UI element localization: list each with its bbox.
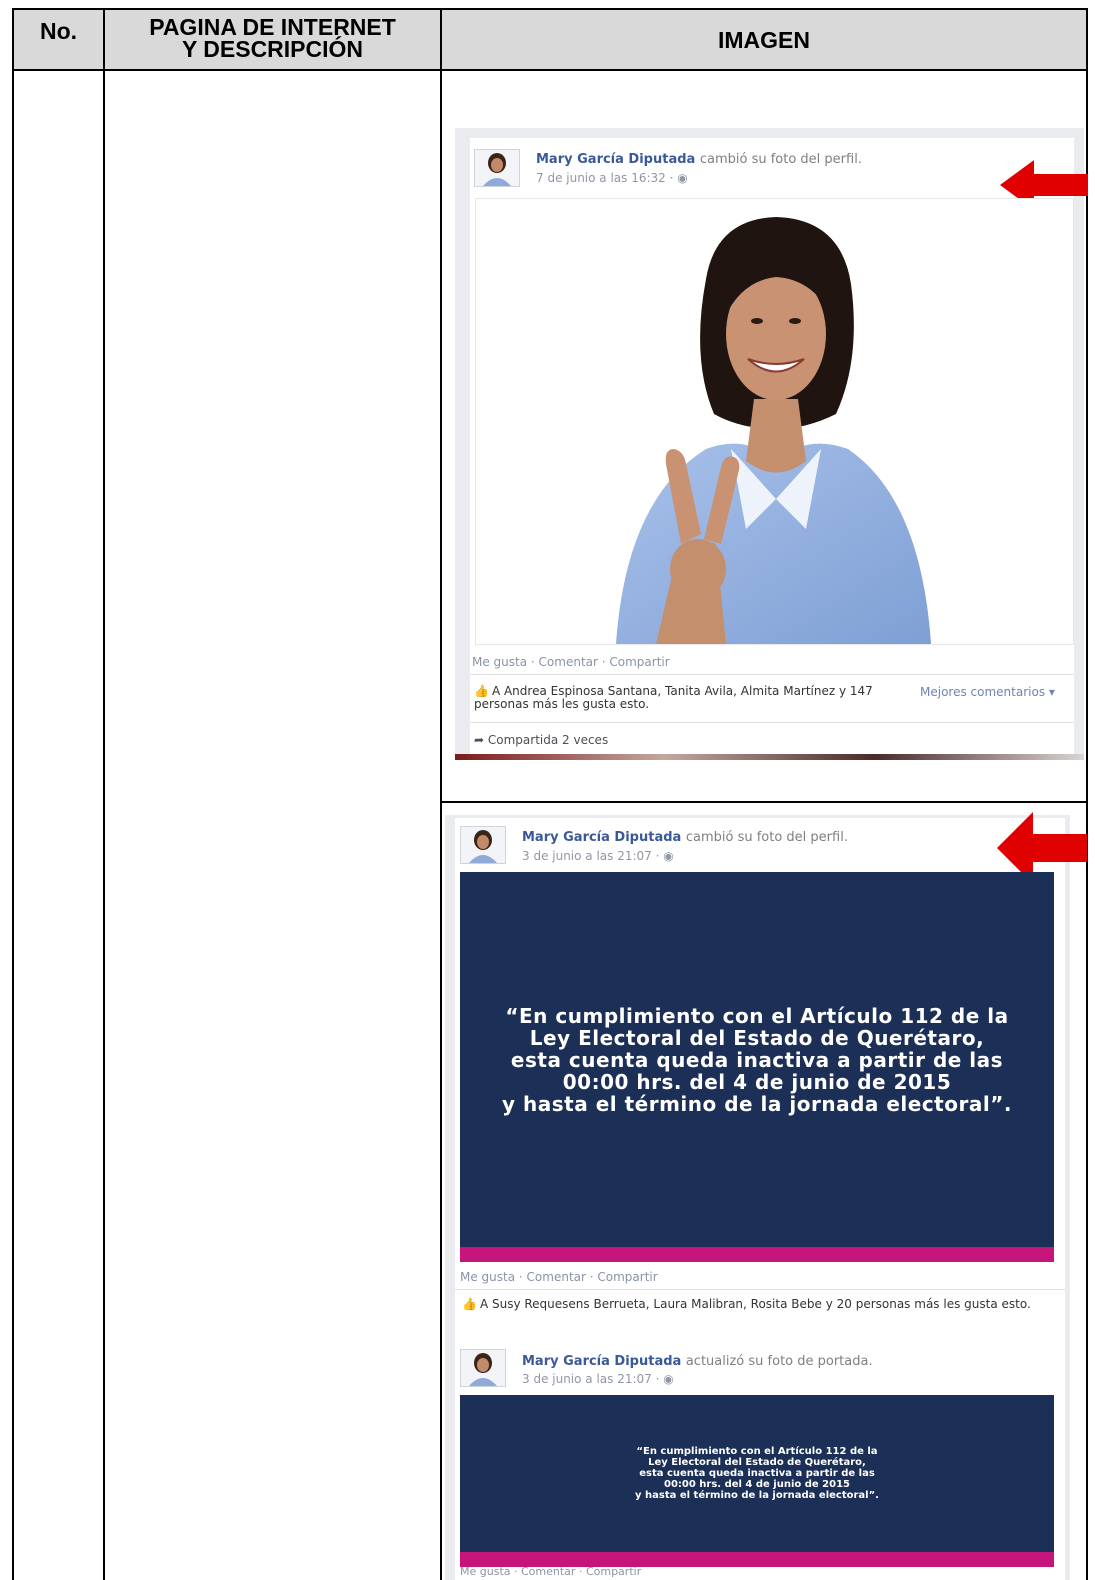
post-1-divider xyxy=(470,674,1074,675)
table-border-col1 xyxy=(103,8,105,1580)
like-link[interactable]: Me gusta xyxy=(460,1270,515,1284)
thumbs-up-icon: 👍 xyxy=(474,684,489,698)
post-1-author-name[interactable]: Mary García Diputada xyxy=(536,152,695,167)
header-no: No. xyxy=(39,18,78,44)
post-3-cover-image[interactable]: “En cumplimiento con el Artículo 112 de … xyxy=(460,1395,1054,1552)
post-2-timestamp[interactable]: 3 de junio a las 21:07 · ◉ xyxy=(522,849,674,863)
like-link[interactable]: Me gusta xyxy=(460,1565,511,1578)
thumbs-up-icon: 👍 xyxy=(462,1297,477,1311)
table-border-col2 xyxy=(440,8,442,1580)
post-3-action: actualizó su foto de portada. xyxy=(685,1354,873,1369)
post-1-actions: Me gusta · Comentar · Compartir xyxy=(472,655,670,669)
share-link[interactable]: Compartir xyxy=(586,1565,641,1578)
header-image: IMAGEN xyxy=(718,27,810,53)
avatar-icon xyxy=(475,150,519,186)
avatar-icon xyxy=(461,1350,505,1386)
post-1-profile-photo[interactable] xyxy=(475,198,1074,645)
post-1-avatar[interactable] xyxy=(474,149,520,187)
portrait-image xyxy=(476,199,1073,644)
table-border-top xyxy=(12,8,1088,10)
post-3-author[interactable]: Mary García Diputada actualizó su foto d… xyxy=(522,1354,873,1369)
share-icon: ➦ xyxy=(474,733,485,747)
post-3-actions: Me gusta · Comentar · Compartir xyxy=(460,1565,642,1578)
comment-link[interactable]: Comentar xyxy=(521,1565,575,1578)
post-1-bottom-strip xyxy=(455,754,1084,760)
post-2-action: cambió su foto del perfil. xyxy=(685,830,848,845)
post-2-actions: Me gusta · Comentar · Compartir xyxy=(460,1270,658,1284)
comment-link[interactable]: Comentar xyxy=(539,655,598,669)
post-2-avatar[interactable] xyxy=(460,826,506,864)
header-page-description: PAGINA DE INTERNET Y DESCRIPCIÓN xyxy=(149,14,396,62)
post-1-author[interactable]: Mary García Diputada cambió su foto del … xyxy=(536,152,862,167)
post-1-best-comments[interactable]: Mejores comentarios ▾ xyxy=(920,685,1055,699)
post-2-likes[interactable]: 👍 A Susy Requesens Berrueta, Laura Malibr… xyxy=(462,1298,1052,1311)
post-1-action: cambió su foto del perfil. xyxy=(699,152,862,167)
post-2-author[interactable]: Mary García Diputada cambió su foto del … xyxy=(522,830,848,845)
share-link[interactable]: Compartir xyxy=(609,655,669,669)
post-3-notice-text: “En cumplimiento con el Artículo 112 de … xyxy=(635,1446,879,1501)
post-3-timestamp[interactable]: 3 de junio a las 21:07 · ◉ xyxy=(522,1372,674,1386)
table-row-divider xyxy=(440,801,1088,803)
post-1-likes-text: A Andrea Espinosa Santana, Tanita Avila,… xyxy=(474,684,873,711)
table-border-header-bottom xyxy=(12,69,1088,71)
like-link[interactable]: Me gusta xyxy=(472,655,527,669)
post-1-shared-text: Compartida 2 veces xyxy=(487,733,609,747)
table-border-right xyxy=(1086,8,1088,1580)
comment-link[interactable]: Comentar xyxy=(527,1270,586,1284)
post-2-author-name[interactable]: Mary García Diputada xyxy=(522,830,681,845)
avatar-icon xyxy=(461,827,505,863)
post-2-likes-text: A Susy Requesens Berrueta, Laura Malibra… xyxy=(479,1297,1031,1311)
post-1-timestamp[interactable]: 7 de junio a las 16:32 · ◉ xyxy=(536,171,688,185)
post-1-divider-2 xyxy=(470,722,1074,723)
post-2-magenta-bar xyxy=(460,1247,1054,1262)
post-2-notice-text: “En cumplimiento con el Artículo 112 de … xyxy=(502,1003,1012,1116)
post-1-shared[interactable]: ➦ Compartida 2 veces xyxy=(474,733,608,747)
post-3-author-name[interactable]: Mary García Diputada xyxy=(522,1354,681,1369)
share-link[interactable]: Compartir xyxy=(597,1270,657,1284)
post-2-divider xyxy=(455,1289,1065,1290)
post-1-likes[interactable]: 👍 A Andrea Espinosa Santana, Tanita Avila… xyxy=(474,685,899,711)
table-border-left xyxy=(12,8,14,1580)
post-3-avatar[interactable] xyxy=(460,1349,506,1387)
post-2-notice-image[interactable]: “En cumplimiento con el Artículo 112 de … xyxy=(460,872,1054,1247)
